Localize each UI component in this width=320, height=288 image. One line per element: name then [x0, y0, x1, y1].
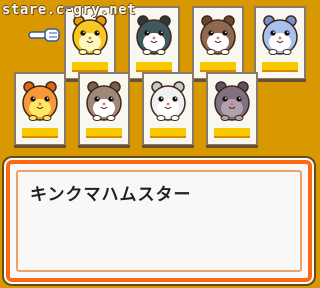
hamster-portrait-6	[86, 81, 122, 121]
hamster-paw-right	[106, 115, 116, 121]
hamster-eye-right	[94, 30, 100, 36]
hamster-eye-left	[144, 30, 150, 36]
hamster-paw-right	[42, 115, 52, 121]
hamster-portrait-8	[214, 81, 250, 121]
hamster-eye-right	[284, 30, 290, 36]
hamster-nose	[38, 102, 42, 106]
hamster-card-6[interactable]	[78, 72, 130, 148]
hamster-paw-right	[234, 115, 244, 121]
hamster-nose	[88, 36, 92, 40]
hamster-paw-left	[156, 115, 166, 121]
hamster-eye-shine	[111, 97, 113, 99]
hamster-portrait-4	[262, 15, 298, 55]
hamster-nose	[230, 102, 234, 106]
hamster-paw-left	[206, 49, 216, 55]
hamster-eye-shine	[225, 31, 227, 33]
hamster-card-3[interactable]	[192, 6, 244, 82]
hamster-eye-right	[158, 30, 164, 36]
dialog-box: キンクマハムスター	[6, 160, 312, 282]
hamster-eye-shine	[47, 97, 49, 99]
hamster-eye-left	[80, 30, 86, 36]
hamster-portrait-5	[22, 81, 58, 121]
hamster-nose	[278, 36, 282, 40]
hamster-eye-shine	[211, 31, 213, 33]
hamster-eye-shine	[97, 97, 99, 99]
hamster-portrait-7	[150, 81, 186, 121]
hamster-card-7[interactable]	[142, 72, 194, 148]
hamster-card-5[interactable]	[14, 72, 66, 148]
hamster-eye-shine	[175, 97, 177, 99]
hamster-paw-right	[92, 49, 102, 55]
hamster-paw-left	[92, 115, 102, 121]
hamster-card-8[interactable]	[206, 72, 258, 148]
hamster-eye-right	[172, 96, 178, 102]
hamster-name-bar-1	[72, 62, 108, 72]
hamster-paw-right	[170, 115, 180, 121]
hamster-portrait-3	[200, 15, 236, 55]
hamster-paw-left	[220, 115, 230, 121]
hamster-name-bar-4	[262, 62, 298, 72]
hamster-paw-right	[282, 49, 292, 55]
hamster-eye-right	[108, 96, 114, 102]
hamster-eye-shine	[97, 31, 99, 33]
hamster-eye-left	[30, 96, 36, 102]
pointing-hand-icon	[28, 28, 60, 42]
hamster-name-bar-6	[86, 128, 122, 138]
hamster-paw-left	[142, 49, 152, 55]
watermark-text: stare.c-gry.net	[2, 2, 136, 18]
hamster-eye-left	[158, 96, 164, 102]
hamster-name-bar-7	[150, 128, 186, 138]
hamster-eye-left	[208, 30, 214, 36]
game-screen: stare.c-gry.net キンクマハムスター	[0, 0, 320, 288]
hamster-name-bar-2	[136, 62, 172, 72]
hamster-eye-left	[94, 96, 100, 102]
hamster-paw-left	[78, 49, 88, 55]
hamster-nose	[102, 102, 106, 106]
hamster-eye-shine	[161, 31, 163, 33]
hamster-eye-shine	[287, 31, 289, 33]
hamster-name-bar-3	[200, 62, 236, 72]
hamster-eye-left	[270, 30, 276, 36]
hamster-nose	[216, 36, 220, 40]
hamster-eye-shine	[83, 31, 85, 33]
hamster-card-4[interactable]	[254, 6, 306, 82]
hamster-eye-shine	[147, 31, 149, 33]
hamster-portrait-2	[136, 15, 172, 55]
hamster-eye-right	[222, 30, 228, 36]
hamster-eye-shine	[33, 97, 35, 99]
hamster-eye-right	[236, 96, 242, 102]
hamster-eye-shine	[161, 97, 163, 99]
hamster-nose	[152, 36, 156, 40]
hamster-paw-right	[220, 49, 230, 55]
hamster-eye-left	[222, 96, 228, 102]
hamster-paw-left	[28, 115, 38, 121]
hamster-name-bar-5	[22, 128, 58, 138]
hamster-eye-shine	[273, 31, 275, 33]
hamster-breed-name: キンクマハムスター	[30, 185, 192, 205]
hamster-eye-shine	[239, 97, 241, 99]
hamster-paw-right	[156, 49, 166, 55]
hamster-eye-shine	[225, 97, 227, 99]
hamster-paw-left	[268, 49, 278, 55]
hamster-name-bar-8	[214, 128, 250, 138]
hamster-nose	[166, 102, 170, 106]
hamster-eye-right	[44, 96, 50, 102]
